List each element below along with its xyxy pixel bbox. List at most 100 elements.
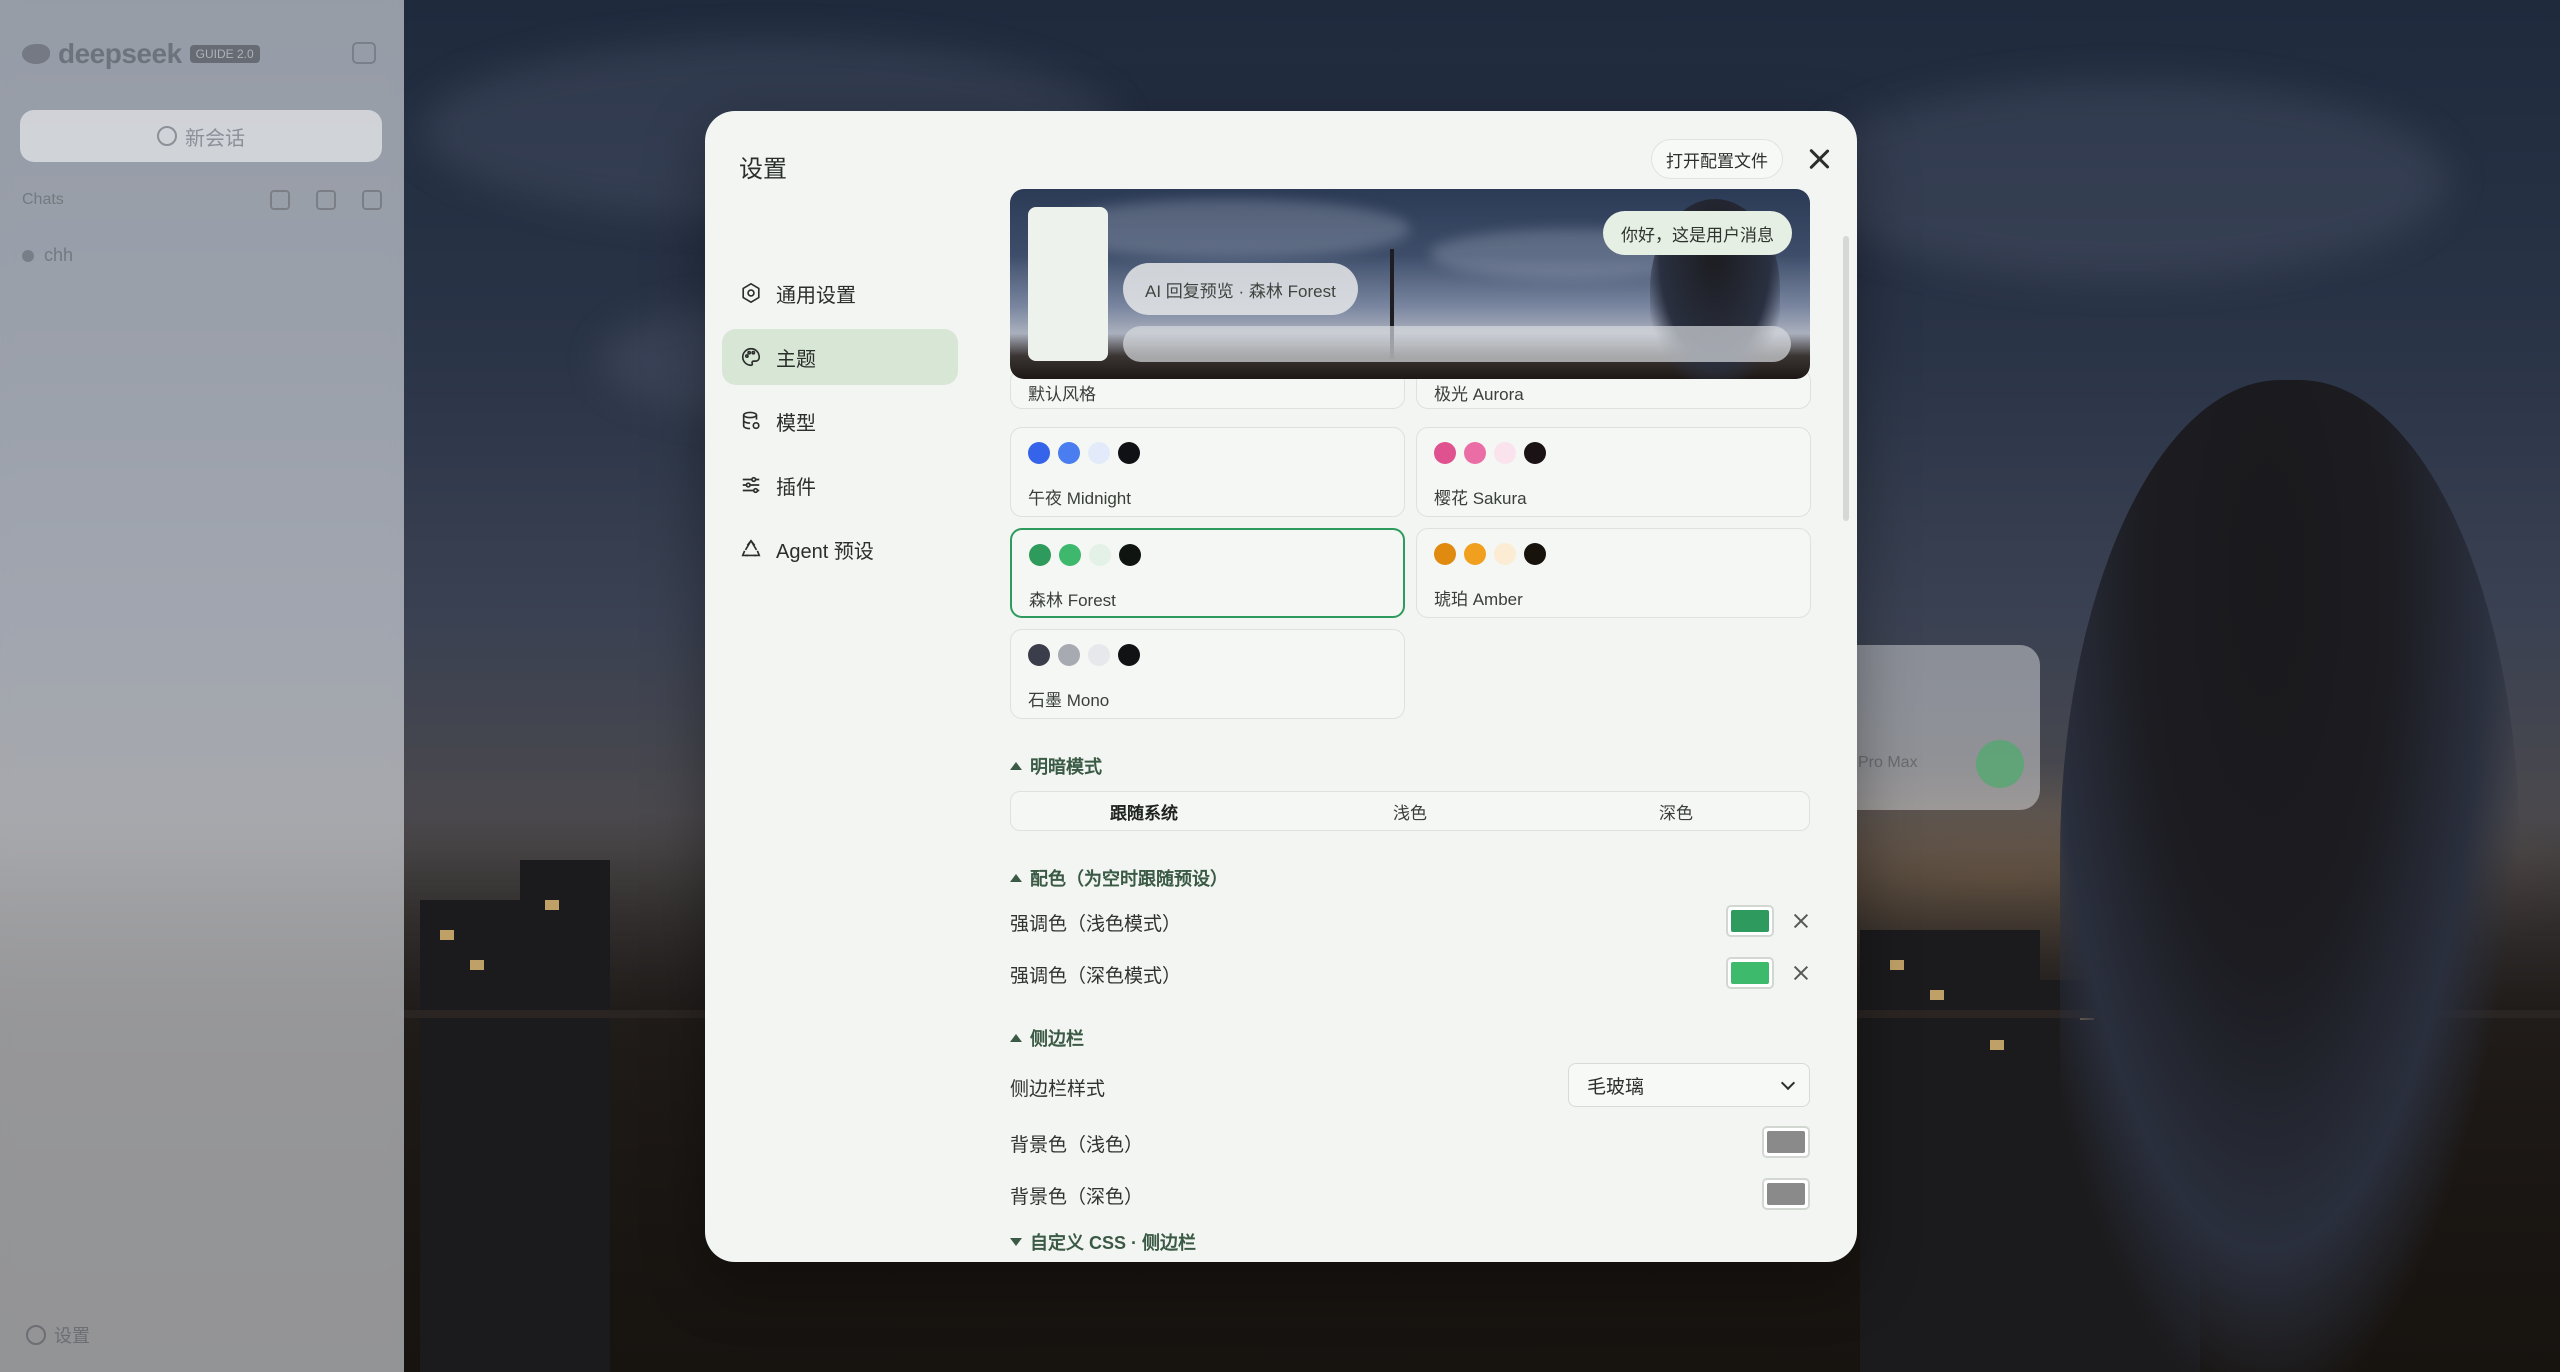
nav-item-plugins[interactable]: 插件 — [722, 457, 958, 513]
color-dot — [1494, 543, 1516, 565]
color-dot — [1088, 442, 1110, 464]
color-dot — [1434, 442, 1456, 464]
caret-up-icon — [1010, 762, 1022, 770]
caret-up-icon — [1010, 874, 1022, 882]
new-folder-icon[interactable] — [362, 190, 382, 210]
theme-card-sakura[interactable]: 樱花 Sakura — [1416, 427, 1811, 517]
theme-card-forest[interactable]: 森林 Forest — [1010, 528, 1405, 618]
section-title-text: 配色（为空时跟随预设） — [1030, 869, 1228, 889]
gear-icon — [740, 282, 762, 304]
section-custom-css-title[interactable]: 自定义 CSS · 侧边栏 — [1010, 1229, 1196, 1255]
sidebar-style-value: 毛玻璃 — [1587, 1076, 1645, 1098]
modal-title: 设置 — [739, 156, 787, 183]
bg-light-label: 背景色（浅色） — [1010, 1135, 1144, 1156]
nav-item-theme[interactable]: 主题 — [722, 329, 958, 385]
accent-light-color-picker[interactable] — [1726, 905, 1774, 937]
color-dot — [1088, 644, 1110, 666]
preview-user-bubble: 你好，这是用户消息 — [1603, 211, 1792, 255]
settings-modal: 设置 打开配置文件 通用设置 主题 模型 插件 Agent 预设 默认风格 极光… — [705, 111, 1857, 1262]
color-dot — [1028, 442, 1050, 464]
gear-icon — [26, 1325, 46, 1345]
sidebar-style-select[interactable]: 毛玻璃 — [1568, 1063, 1810, 1107]
color-dot — [1058, 442, 1080, 464]
nav-item-label: 通用设置 — [776, 284, 856, 307]
color-dot — [1434, 543, 1456, 565]
conversation-item[interactable]: chh — [22, 245, 73, 266]
mode-option-dark[interactable]: 深色 — [1543, 792, 1809, 830]
send-button[interactable] — [1976, 740, 2024, 788]
theme-swatches — [1434, 543, 1546, 565]
sliders-icon — [740, 474, 762, 496]
color-dot — [1058, 644, 1080, 666]
preview-sidebar — [1028, 207, 1108, 361]
settings-nav: 通用设置 主题 模型 插件 Agent 预设 — [722, 265, 958, 585]
clear-accent-dark-icon[interactable] — [1792, 964, 1810, 982]
mode-option-light[interactable]: 浅色 — [1277, 792, 1543, 830]
folder-icon[interactable] — [316, 190, 336, 210]
nav-item-label: 插件 — [776, 476, 816, 499]
search-icon[interactable] — [270, 190, 290, 210]
theme-swatches — [1028, 442, 1140, 464]
bg-dark-label: 背景色（深色） — [1010, 1187, 1144, 1208]
mode-option-system[interactable]: 跟随系统 — [1011, 792, 1277, 830]
close-icon[interactable] — [1805, 145, 1833, 173]
sidebar-toolbar: Chats — [22, 190, 382, 210]
settings-link-label: 设置 — [54, 1326, 90, 1346]
nav-item-general[interactable]: 通用设置 — [722, 265, 958, 321]
section-sidebar-title[interactable]: 侧边栏 — [1010, 1025, 1084, 1051]
bg-light-color-picker[interactable] — [1762, 1126, 1810, 1158]
theme-card-mono[interactable]: 石墨 Mono — [1010, 629, 1405, 719]
settings-link[interactable]: 设置 — [26, 1322, 90, 1348]
accent-light-label: 强调色（浅色模式） — [1010, 914, 1182, 935]
settings-scrollbar[interactable] — [1843, 236, 1849, 521]
theme-swatches — [1434, 442, 1546, 464]
theme-card-midnight[interactable]: 午夜 Midnight — [1010, 427, 1405, 517]
new-chat-label: 新会话 — [185, 127, 245, 150]
app-version-badge: GUIDE 2.0 — [189, 45, 260, 63]
database-icon — [740, 410, 762, 432]
nav-item-agent-presets[interactable]: Agent 预设 — [722, 521, 958, 577]
section-mode-title[interactable]: 明暗模式 — [1010, 753, 1102, 779]
chevron-down-icon — [1780, 1075, 1796, 1091]
color-dot — [1059, 544, 1081, 566]
color-dot — [1029, 544, 1051, 566]
model-selector[interactable]: Pro Max — [1858, 754, 1918, 772]
section-title-text: 侧边栏 — [1030, 1029, 1084, 1049]
theme-name: 琥珀 Amber — [1434, 590, 1523, 609]
section-colors-title[interactable]: 配色（为空时跟随预设） — [1010, 865, 1228, 891]
theme-name: 石墨 Mono — [1028, 691, 1110, 710]
color-dot — [1028, 644, 1050, 666]
sidebar-style-label: 侧边栏样式 — [1010, 1079, 1106, 1100]
preview-input — [1123, 326, 1791, 362]
chats-label: Chats — [22, 191, 64, 208]
bg-dark-color-picker[interactable] — [1762, 1178, 1810, 1210]
color-dot — [1089, 544, 1111, 566]
theme-name: 森林 Forest — [1029, 591, 1116, 610]
color-dot — [1464, 442, 1486, 464]
chat-icon — [22, 249, 34, 262]
theme-preview: AI 回复预览 · 森林 Forest 你好，这是用户消息 — [1010, 189, 1810, 379]
color-dot — [1524, 543, 1546, 565]
clear-accent-light-icon[interactable] — [1792, 912, 1810, 930]
accent-dark-color-picker[interactable] — [1726, 957, 1774, 989]
app-sidebar: deepseek GUIDE 2.0 新会话 Chats chh 设置 — [0, 0, 404, 1372]
app-logo-text: deepseek — [58, 38, 182, 69]
color-dot — [1494, 442, 1516, 464]
color-dot — [1464, 543, 1486, 565]
sidebar-collapse-icon[interactable] — [352, 42, 376, 64]
caret-up-icon — [1010, 1034, 1022, 1042]
preview-ai-bubble: AI 回复预览 · 森林 Forest — [1123, 263, 1358, 315]
recycle-icon — [740, 538, 762, 560]
section-title-text: 自定义 CSS · 侧边栏 — [1030, 1233, 1197, 1253]
whale-logo-icon — [22, 44, 50, 64]
nav-item-model[interactable]: 模型 — [722, 393, 958, 449]
theme-name: 樱花 Sakura — [1434, 489, 1527, 508]
accent-dark-label: 强调色（深色模式） — [1010, 966, 1182, 987]
theme-card-amber[interactable]: 琥珀 Amber — [1416, 528, 1811, 618]
theme-swatches — [1029, 544, 1141, 566]
app-logo: deepseek GUIDE 2.0 — [22, 38, 260, 70]
open-config-button[interactable]: 打开配置文件 — [1651, 139, 1783, 179]
new-chat-button[interactable]: 新会话 — [20, 110, 382, 162]
nav-item-label: 模型 — [776, 412, 816, 435]
section-title-text: 明暗模式 — [1030, 757, 1102, 777]
